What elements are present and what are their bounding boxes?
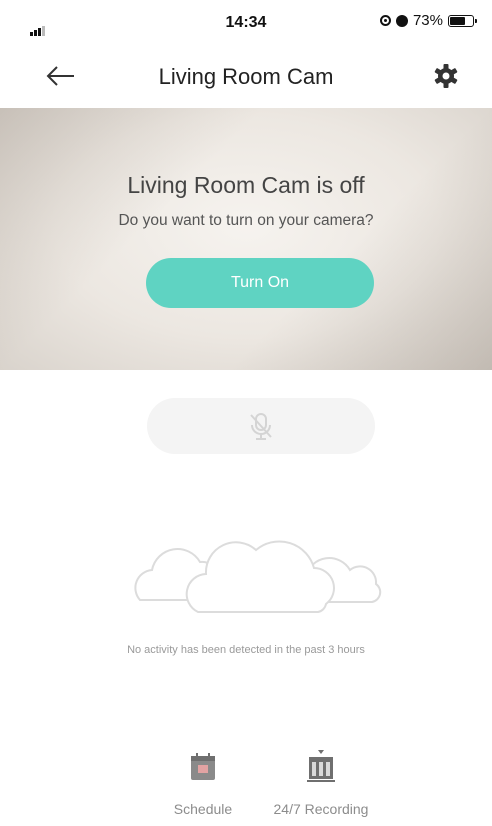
battery-icon <box>448 14 477 27</box>
page-title: Living Room Cam <box>158 64 334 89</box>
camera-off-prompt: Do you want to turn on your camera? <box>118 212 374 229</box>
schedule-label: Schedule <box>173 801 233 817</box>
calendar-icon <box>191 753 215 780</box>
camera-preview: Living Room Cam is off Do you want to tu… <box>0 108 492 370</box>
turn-on-button[interactable]: Turn On <box>146 258 374 308</box>
camera-off-title: Living Room Cam is off <box>127 172 365 198</box>
battery-percent: 73% <box>412 12 443 29</box>
settings-button[interactable] <box>430 60 462 92</box>
gear-icon <box>434 64 458 88</box>
status-indicators: 73% <box>379 12 477 29</box>
orientation-lock-icon <box>379 15 391 26</box>
microphone-muted-icon <box>250 413 272 440</box>
status-bar: 14:34 73% <box>0 0 492 44</box>
no-activity-message: No activity has been detected in the pas… <box>127 644 365 656</box>
recording-label: 24/7 Recording <box>273 801 369 817</box>
microphone-button[interactable] <box>147 398 375 454</box>
cloud-illustration-icon <box>134 540 382 613</box>
nav-bar: Living Room Cam <box>0 44 492 108</box>
alarm-icon <box>395 14 408 27</box>
recording-icon <box>307 750 335 782</box>
schedule-button[interactable]: Schedule <box>163 750 243 817</box>
recording-button[interactable]: 24/7 Recording <box>258 750 384 817</box>
